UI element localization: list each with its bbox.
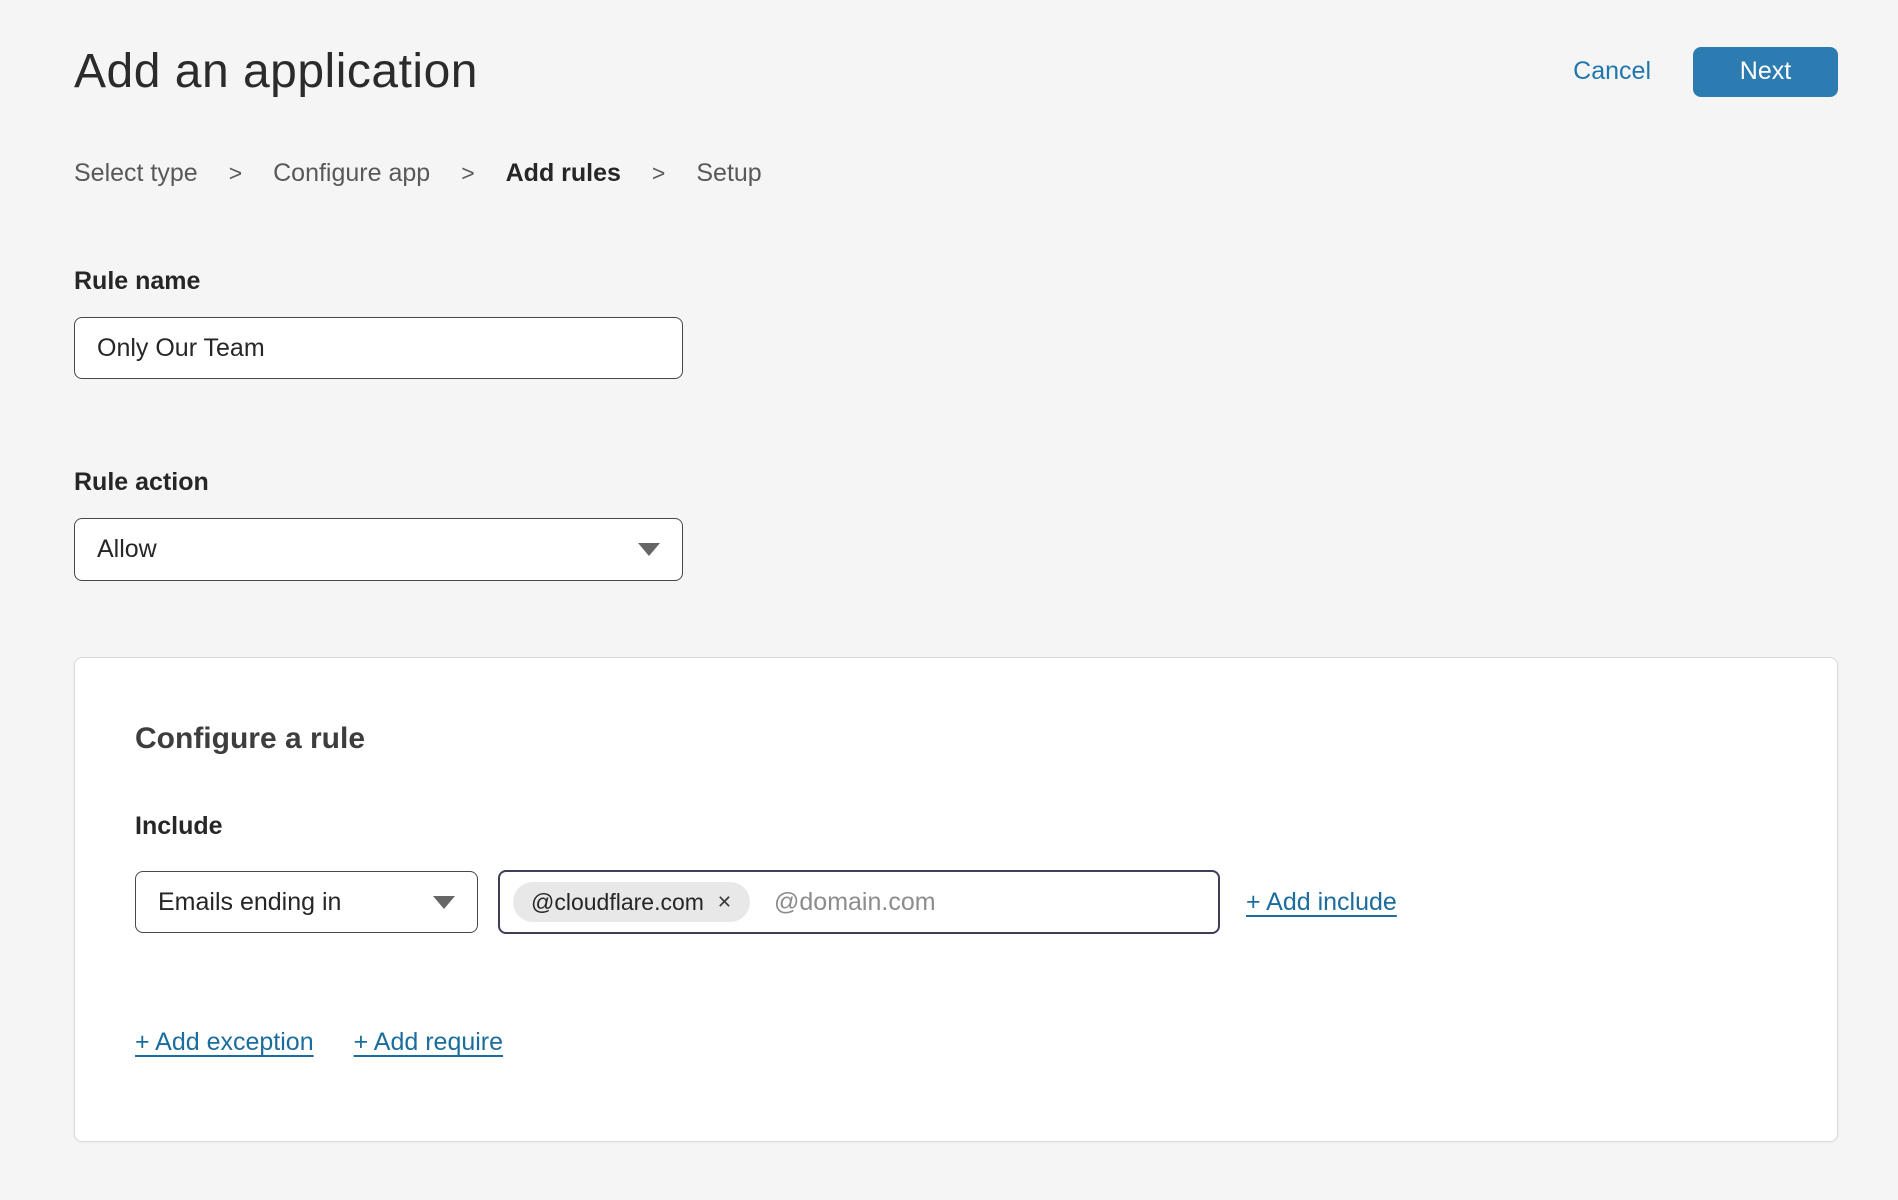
include-condition-select[interactable]: Emails ending in <box>135 871 478 933</box>
rule-action-label: Rule action <box>74 468 1838 497</box>
rule-action-select[interactable]: Allow <box>74 518 683 581</box>
email-domain-tag: @cloudflare.com ✕ <box>513 882 750 922</box>
include-row: Emails ending in @cloudflare.com ✕ + Add… <box>135 870 1777 934</box>
configure-rule-card: Configure a rule Include Emails ending i… <box>74 657 1838 1142</box>
card-footer-links: + Add exception + Add require <box>135 1028 1777 1057</box>
page-header: Add an application Cancel Next <box>74 0 1838 99</box>
add-exception-link[interactable]: + Add exception <box>135 1028 314 1057</box>
breadcrumb-separator: > <box>229 160 242 187</box>
breadcrumb-step-configure-app[interactable]: Configure app <box>273 159 430 188</box>
rule-action-selected-value: Allow <box>97 535 157 564</box>
add-require-link[interactable]: + Add require <box>354 1028 503 1057</box>
email-domain-entry-input[interactable] <box>774 888 1205 917</box>
breadcrumb-step-select-type[interactable]: Select type <box>74 159 198 188</box>
include-label: Include <box>135 812 1777 841</box>
header-actions: Cancel Next <box>1573 47 1838 97</box>
remove-tag-icon[interactable]: ✕ <box>717 893 732 911</box>
chevron-down-icon <box>433 896 455 909</box>
page-title: Add an application <box>74 44 478 99</box>
rule-name-label: Rule name <box>74 267 1838 296</box>
breadcrumb-step-add-rules[interactable]: Add rules <box>506 159 621 188</box>
email-domain-tag-label: @cloudflare.com <box>531 889 704 916</box>
breadcrumb-step-setup[interactable]: Setup <box>696 159 761 188</box>
rule-name-input[interactable] <box>74 317 683 379</box>
breadcrumb-separator: > <box>461 160 474 187</box>
chevron-down-icon <box>638 543 660 556</box>
page-container: Add an application Cancel Next Select ty… <box>0 0 1898 1142</box>
breadcrumb-separator: > <box>652 160 665 187</box>
include-condition-selected-value: Emails ending in <box>158 888 341 917</box>
configure-rule-title: Configure a rule <box>135 722 1777 756</box>
next-button[interactable]: Next <box>1693 47 1838 97</box>
breadcrumb: Select type > Configure app > Add rules … <box>74 159 1838 188</box>
email-domain-tag-input[interactable]: @cloudflare.com ✕ <box>498 870 1220 934</box>
cancel-button[interactable]: Cancel <box>1573 57 1651 86</box>
add-include-link[interactable]: + Add include <box>1246 888 1397 917</box>
